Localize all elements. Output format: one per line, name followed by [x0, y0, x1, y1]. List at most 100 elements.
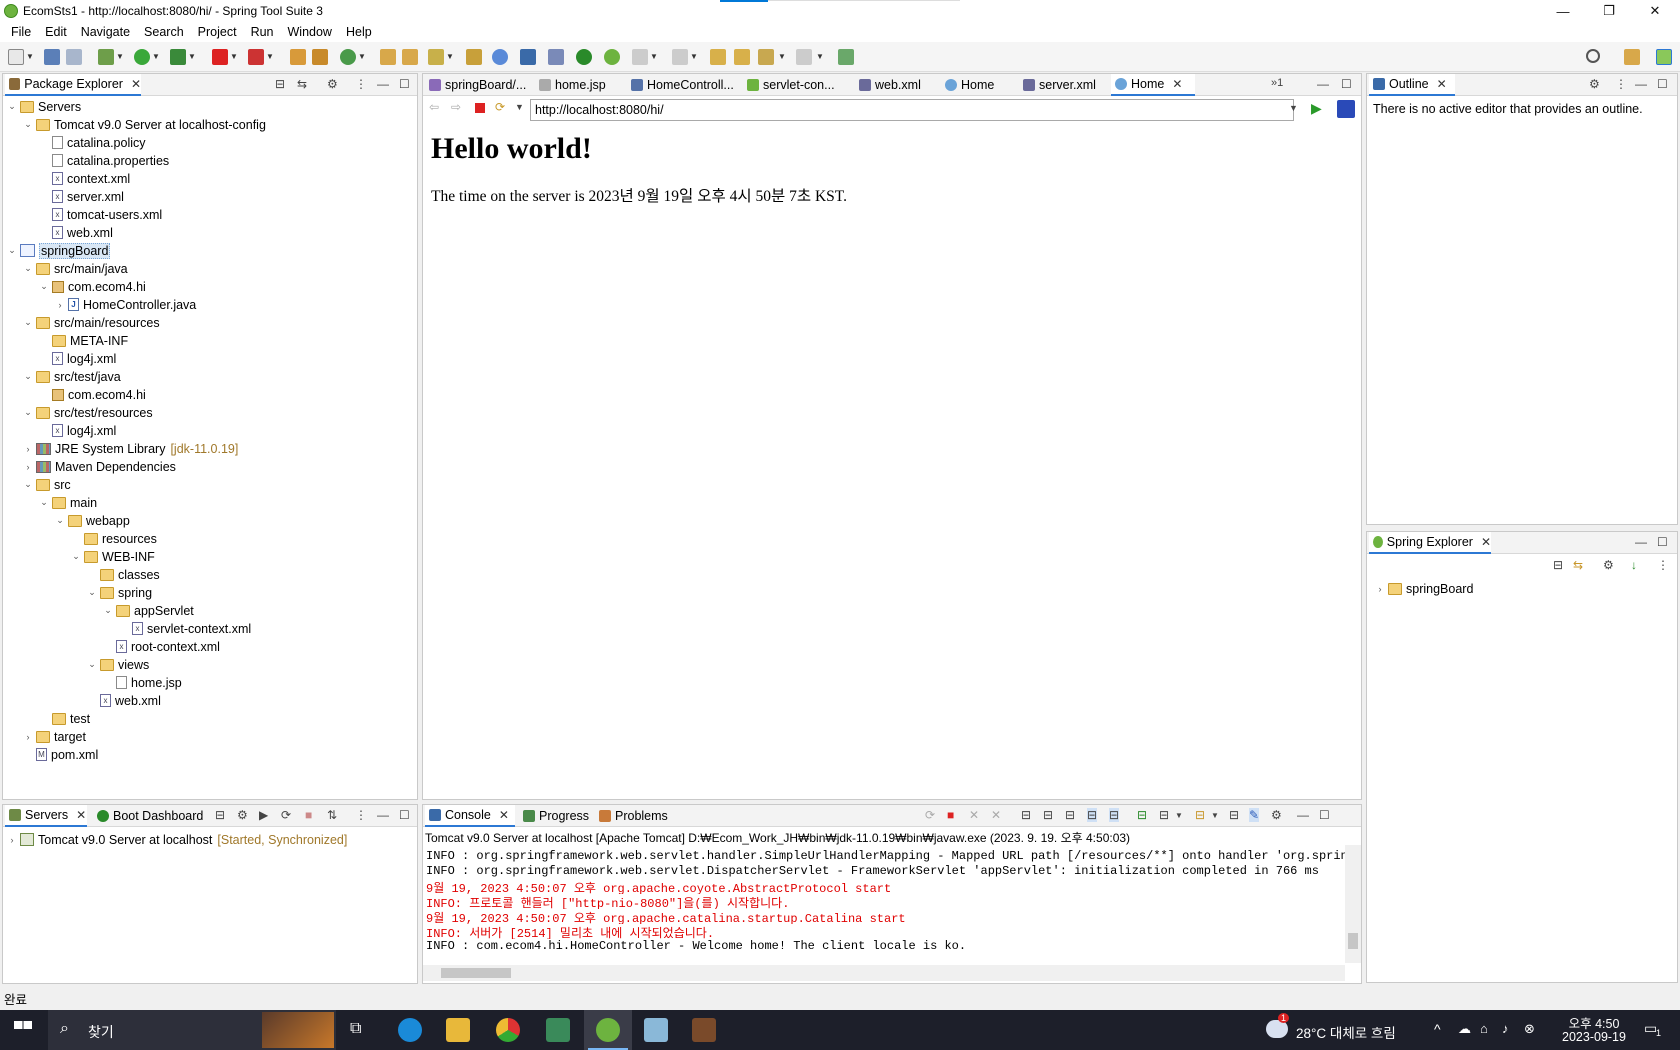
open-resource-icon[interactable]	[402, 49, 418, 65]
display-console-icon[interactable]: ⊟	[1159, 808, 1169, 822]
save-icon[interactable]	[44, 49, 60, 65]
console-word-wrap-icon[interactable]: ⊟	[1065, 808, 1075, 822]
tree-item[interactable]: Mpom.xml	[23, 746, 98, 763]
last-edit-icon[interactable]	[710, 49, 726, 65]
server-stop-icon[interactable]: ■	[305, 808, 312, 822]
editor-tab[interactable]: server.xml	[1019, 74, 1111, 96]
external-browser-icon[interactable]	[1337, 100, 1355, 118]
new-class-icon[interactable]	[340, 49, 356, 65]
annotation-icon[interactable]	[548, 49, 564, 65]
chevron-right-icon[interactable]: ›	[23, 462, 33, 472]
console-copy-icon[interactable]: ⊟	[1229, 808, 1239, 822]
tree-item[interactable]: x tomcat-users.xml	[39, 206, 162, 223]
tree-item[interactable]: › J HomeController.java	[55, 296, 197, 313]
filter-icon[interactable]: ⚙	[327, 77, 338, 91]
search-toolbar-icon[interactable]	[428, 49, 444, 65]
close-icon[interactable]: ✕	[1437, 77, 1447, 91]
browser-back-icon[interactable]: ⇦	[429, 100, 439, 114]
close-icon[interactable]: ✕	[499, 808, 509, 822]
editor-tab[interactable]: servlet-con...	[743, 74, 855, 96]
tree-item[interactable]: ⌄ WEB-INF	[71, 548, 155, 565]
chevron-down-icon[interactable]: ⌄	[7, 245, 17, 256]
tree-item[interactable]: x log4j.xml	[39, 422, 116, 439]
spring-perspective-icon[interactable]	[1656, 49, 1672, 65]
chevron-down-icon[interactable]: ⌄	[23, 371, 33, 382]
show-on-stderr-icon[interactable]: ⊟	[1109, 808, 1120, 822]
tree-item[interactable]: ⌄ src	[23, 476, 70, 493]
chrome-icon[interactable]	[496, 1018, 520, 1042]
collapse-all-icon[interactable]: ⊟	[275, 77, 285, 91]
tree-item[interactable]: ⌄ Servers	[7, 98, 81, 115]
clock-date[interactable]: 2023-09-19	[1554, 1030, 1634, 1044]
tree-item[interactable]: catalina.properties	[39, 152, 169, 169]
tree-item[interactable]: › target	[23, 728, 86, 745]
chevron-up-icon[interactable]: ^	[1434, 1021, 1441, 1037]
link-editor-icon[interactable]: ⇆	[1573, 558, 1583, 572]
console-output[interactable]: INFO : org.springframework.web.servlet.h…	[423, 845, 1345, 963]
chevron-down-icon[interactable]: ⌄	[23, 263, 33, 274]
minimize-button[interactable]: —	[1540, 0, 1586, 22]
refresh-dropdown-icon[interactable]: ▼	[515, 102, 524, 112]
minimize-view-icon[interactable]: —	[377, 77, 389, 91]
pin-console-icon[interactable]: ⊟	[1137, 808, 1147, 822]
filter-icon[interactable]: ⚙	[1603, 558, 1614, 572]
chevron-right-icon[interactable]: ›	[7, 835, 17, 845]
chevron-right-icon[interactable]: ›	[55, 300, 65, 310]
restore-button[interactable]: ❐	[1586, 0, 1632, 22]
server-debug-icon[interactable]: ⊟	[215, 808, 225, 822]
menu-window[interactable]: Window	[281, 25, 339, 39]
close-icon[interactable]: ✕	[76, 808, 86, 822]
save-all-icon[interactable]	[66, 49, 82, 65]
tree-item[interactable]: ⌄ appServlet	[103, 602, 194, 619]
boot-dashboard-icon[interactable]	[576, 49, 592, 65]
minimize-view-icon[interactable]: —	[377, 808, 389, 822]
tab-outline[interactable]: Outline ✕	[1369, 74, 1455, 96]
server-profile-icon[interactable]: ⟳	[281, 808, 291, 822]
close-icon[interactable]: ✕	[1172, 77, 1182, 91]
console-remove-icon[interactable]: ✕	[969, 808, 979, 822]
spring-icon[interactable]	[604, 49, 620, 65]
minimize-view-icon[interactable]: —	[1635, 535, 1647, 549]
chevron-right-icon[interactable]: ›	[1375, 584, 1385, 594]
outline-filter-icon[interactable]: ⚙	[1589, 77, 1600, 91]
chevron-right-icon[interactable]: ›	[23, 444, 33, 454]
link-editor-icon[interactable]: ⇆	[297, 77, 307, 91]
file-explorer-icon[interactable]	[446, 1018, 470, 1042]
tree-item[interactable]: test	[39, 710, 90, 727]
editor-tab[interactable]: home.jsp	[535, 74, 627, 96]
editor-overflow[interactable]: »1	[1271, 77, 1283, 89]
display-dropdown-icon[interactable]: ▼	[1175, 811, 1183, 820]
stop-icon[interactable]	[212, 49, 228, 65]
view-menu-icon[interactable]: ⋮	[355, 77, 367, 91]
tree-item[interactable]: ⌄ Tomcat v9.0 Server at localhost-config	[23, 116, 266, 133]
tree-item[interactable]: ⌄ views	[87, 656, 149, 673]
tree-item[interactable]: home.jsp	[103, 674, 182, 691]
maximize-view-icon[interactable]: ☐	[1319, 808, 1330, 822]
console-toggle-icon[interactable]: ✎	[1249, 808, 1260, 822]
server-row[interactable]: › Tomcat v9.0 Server at localhost [Start…	[7, 831, 348, 848]
tree-item[interactable]: ⌄ src/main/java	[23, 260, 127, 277]
maximize-view-icon[interactable]: ☐	[1657, 535, 1668, 549]
tab-progress[interactable]: Progress	[519, 805, 591, 827]
open-console-icon[interactable]: ⊟	[1195, 808, 1205, 822]
close-icon[interactable]: ✕	[1481, 535, 1491, 549]
volume-icon[interactable]: ♪	[1502, 1021, 1509, 1036]
console-vertical-scrollbar[interactable]	[1345, 845, 1361, 963]
maximize-editor-icon[interactable]: ☐	[1341, 77, 1352, 91]
edge-browser-icon[interactable]	[398, 1018, 422, 1042]
open-type-icon[interactable]	[380, 49, 396, 65]
chevron-down-icon[interactable]: ⌄	[87, 659, 97, 670]
minimize-view-icon[interactable]: —	[1297, 808, 1309, 822]
tree-item[interactable]: ⌄ webapp	[55, 512, 130, 529]
windows-start-icon[interactable]	[14, 1021, 32, 1039]
minimize-view-icon[interactable]: —	[1635, 77, 1647, 91]
maximize-view-icon[interactable]: ☐	[399, 77, 410, 91]
notepad-icon[interactable]	[644, 1018, 668, 1042]
chevron-down-icon[interactable]: ⌄	[103, 605, 113, 616]
onedrive-icon[interactable]: ☁	[1458, 1021, 1471, 1037]
maximize-view-icon[interactable]: ☐	[399, 808, 410, 822]
minimize-editor-icon[interactable]: —	[1317, 77, 1329, 91]
new-icon[interactable]	[8, 49, 24, 65]
editor-tab[interactable]: web.xml	[855, 74, 941, 96]
console-link-icon[interactable]: ⟳	[925, 808, 935, 822]
